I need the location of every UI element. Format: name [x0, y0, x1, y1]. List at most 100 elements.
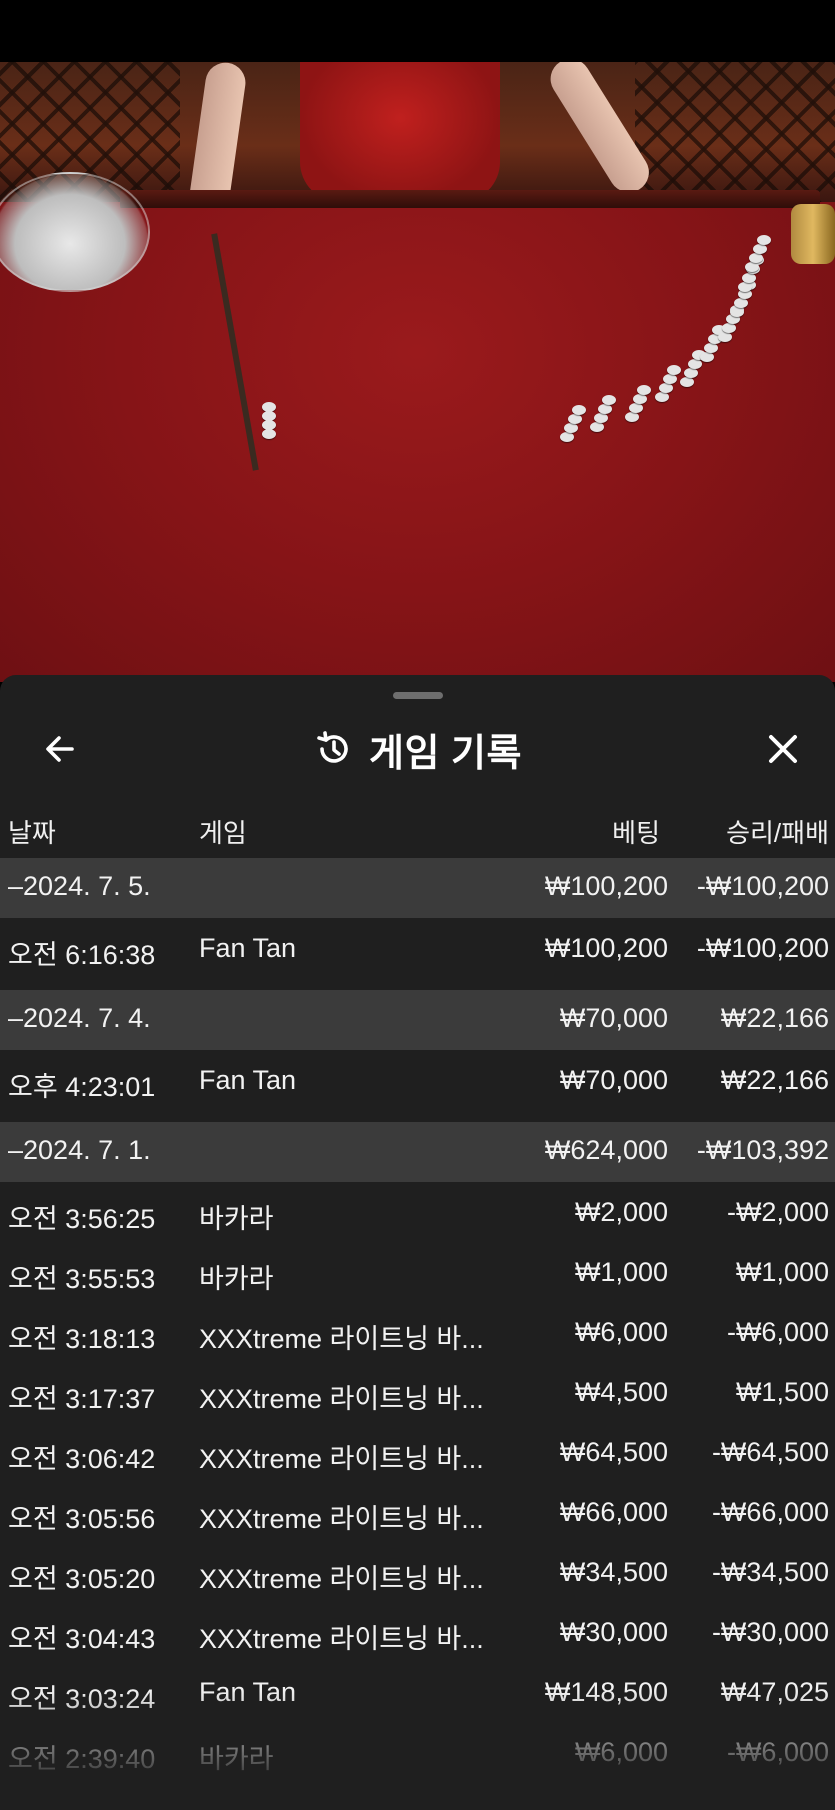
row-time: 오후 4:23:01: [8, 1072, 156, 1102]
bead: [564, 423, 578, 433]
bead: [560, 432, 574, 442]
row-game: XXXtreme 라이트닝 바...: [199, 1444, 484, 1474]
row-result: -₩64,500: [711, 1437, 829, 1467]
row-bet: ₩30,000: [559, 1617, 668, 1647]
row-game: 바카라: [199, 1264, 274, 1294]
row-bet: ₩66,000: [559, 1497, 668, 1527]
row-bet: ₩6,000: [574, 1737, 668, 1767]
table-row[interactable]: 오전 3:04:43 XXXtreme 라이트닝 바... ₩30,000 -₩30,…: [0, 1602, 835, 1662]
table-row[interactable]: 오전 3:55:53 바카라 ₩1,000 ₩1,000: [0, 1242, 835, 1302]
close-icon: [769, 735, 797, 763]
row-bet: ₩148,500: [544, 1677, 668, 1707]
column-game[interactable]: 게임: [199, 813, 247, 850]
column-result[interactable]: 승리/패배: [726, 813, 829, 850]
arrow-left-icon: [46, 736, 74, 762]
bead: [629, 403, 643, 413]
row-time: 오전 3:06:42: [8, 1444, 156, 1474]
row-bet: ₩64,500: [559, 1437, 668, 1467]
live-video-feed: [0, 62, 835, 682]
row-game: Fan Tan: [199, 1065, 297, 1095]
table-felt: [0, 208, 835, 682]
group-date: –2024. 7. 5.: [8, 871, 151, 901]
bead: [637, 385, 651, 395]
table-row[interactable]: 오전 3:05:56 XXXtreme 라이트닝 바... ₩66,000 -₩66,…: [0, 1482, 835, 1542]
row-time: 오전 3:56:25: [8, 1204, 156, 1234]
bead: [568, 414, 582, 424]
bead: [749, 253, 763, 263]
row-bet: ₩4,500: [574, 1377, 668, 1407]
bead: [590, 422, 604, 432]
row-game: XXXtreme 라이트닝 바...: [199, 1564, 484, 1594]
back-button[interactable]: [36, 725, 84, 773]
table-row[interactable]: 오전 3:06:42 XXXtreme 라이트닝 바... ₩64,500 -₩64,…: [0, 1422, 835, 1482]
bead: [688, 359, 702, 369]
group-result-total: -₩100,200: [696, 871, 829, 901]
column-date[interactable]: 날짜: [8, 813, 56, 850]
table-row[interactable]: 오전 6:16:38 Fan Tan ₩100,200 -₩100,200: [0, 918, 835, 990]
bead: [742, 273, 756, 283]
row-bet: ₩1,000: [574, 1257, 668, 1287]
row-time: 오전 3:05:56: [8, 1504, 156, 1534]
table-row[interactable]: 오전 3:05:20 XXXtreme 라이트닝 바... ₩34,500 -₩34,…: [0, 1542, 835, 1602]
table-rim: [120, 190, 820, 210]
bead: [684, 368, 698, 378]
row-time: 오전 2:39:40: [8, 1744, 156, 1774]
table-row[interactable]: 오후 4:23:01 Fan Tan ₩70,000 ₩22,166: [0, 1050, 835, 1122]
bead: [757, 235, 771, 245]
group-date: –2024. 7. 4.: [8, 1003, 151, 1033]
row-time: 오전 3:05:20: [8, 1564, 156, 1594]
game-history-panel: 게임 기록 날짜 게임 베팅 승리/패배 –2024. 7. 5. ₩100,20…: [0, 675, 835, 1810]
group-bet-total: ₩70,000: [559, 1003, 668, 1033]
row-game: XXXtreme 라이트닝 바...: [199, 1384, 484, 1414]
status-bar: [0, 0, 835, 62]
row-time: 오전 6:16:38: [8, 940, 156, 970]
bead: [753, 244, 767, 254]
bead: [633, 394, 647, 404]
bead: [625, 412, 639, 422]
date-group-row[interactable]: –2024. 7. 4. ₩70,000 ₩22,166: [0, 990, 835, 1050]
row-result: ₩47,025: [720, 1677, 829, 1707]
row-result: -₩66,000: [711, 1497, 829, 1527]
date-group-row[interactable]: –2024. 7. 1. ₩624,000 -₩103,392: [0, 1122, 835, 1182]
row-bet: ₩6,000: [574, 1317, 668, 1347]
close-button[interactable]: [759, 725, 807, 773]
bead: [655, 392, 669, 402]
table-row[interactable]: 오전 3:03:24 Fan Tan ₩148,500 ₩47,025: [0, 1662, 835, 1722]
row-time: 오전 3:04:43: [8, 1624, 156, 1654]
row-bet: ₩100,200: [544, 933, 668, 963]
table-row[interactable]: 오전 3:56:25 바카라 ₩2,000 -₩2,000: [0, 1182, 835, 1242]
row-result: ₩1,000: [735, 1257, 829, 1287]
bead: [700, 352, 714, 362]
bead: [659, 383, 673, 393]
row-bet: ₩70,000: [559, 1065, 668, 1095]
column-bet[interactable]: 베팅: [612, 813, 660, 850]
bead: [738, 282, 752, 292]
group-result-total: -₩103,392: [696, 1135, 829, 1165]
history-icon: [317, 731, 348, 763]
row-game: 바카라: [199, 1744, 274, 1774]
row-game: 바카라: [199, 1204, 274, 1234]
history-list: –2024. 7. 5. ₩100,200 -₩100,200 오전 6:16:38 F…: [0, 858, 835, 1782]
row-time: 오전 3:03:24: [8, 1684, 156, 1714]
bead: [594, 413, 608, 423]
row-time: 오전 3:17:37: [8, 1384, 156, 1414]
row-game: XXXtreme 라이트닝 바...: [199, 1504, 484, 1534]
group-bet-total: ₩100,200: [544, 871, 668, 901]
lattice-decoration: [635, 62, 835, 202]
table-row[interactable]: 오전 3:17:37 XXXtreme 라이트닝 바... ₩4,500 ₩1,500: [0, 1362, 835, 1422]
table-row[interactable]: 오전 3:18:13 XXXtreme 라이트닝 바... ₩6,000 -₩6,00…: [0, 1302, 835, 1362]
bead: [730, 307, 744, 317]
row-result: -₩30,000: [711, 1617, 829, 1647]
bead: [262, 429, 276, 439]
row-game: XXXtreme 라이트닝 바...: [199, 1624, 484, 1654]
bead: [572, 405, 586, 415]
column-header: 날짜 게임 베팅 승리/패배: [0, 805, 835, 851]
table-row[interactable]: 오전 2:39:40 바카라 ₩6,000 -₩6,000: [0, 1722, 835, 1782]
group-result-total: ₩22,166: [720, 1003, 829, 1033]
drag-handle[interactable]: [393, 692, 443, 699]
bead: [667, 365, 681, 375]
date-group-row[interactable]: –2024. 7. 5. ₩100,200 -₩100,200: [0, 858, 835, 918]
bead: [718, 332, 732, 342]
row-result: -₩2,000: [726, 1197, 829, 1227]
dealer: [300, 62, 500, 202]
